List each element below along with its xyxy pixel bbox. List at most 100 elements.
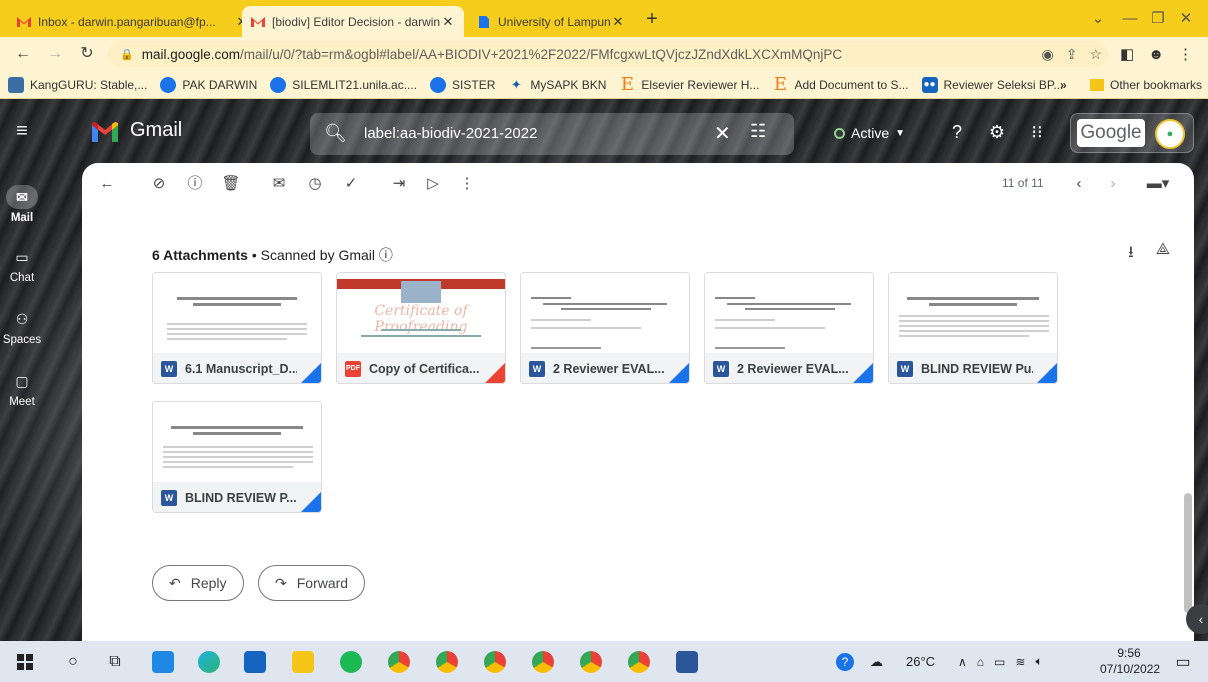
rail-item-spaces[interactable]: ⚇ Spaces (0, 307, 44, 347)
bookmark-elsevier-reviewer[interactable]: E Elsevier Reviewer H... (619, 74, 760, 95)
location-icon[interactable]: ◉ (1041, 46, 1053, 63)
browser-tab-unila[interactable]: University of Lampung | LPPM-U... ✕ (468, 6, 634, 37)
message-scrollbar[interactable] (1184, 163, 1194, 641)
google-account-button[interactable]: Google ● (1070, 113, 1194, 153)
side-panel-toggle-icon[interactable]: ‹ (1186, 604, 1208, 634)
url-host: mail.google.com (141, 46, 240, 62)
volume-icon[interactable]: 🔈︎ (1035, 654, 1042, 669)
browser-tab-strip: Inbox - darwin.pangaribuan@fp... ✕ [biod… (0, 0, 1208, 37)
back-to-list-icon[interactable]: ← (96, 173, 118, 195)
move-to-icon[interactable]: ⇥ (388, 173, 410, 195)
input-tools-icon[interactable]: ▬▾ (1142, 173, 1174, 195)
archive-icon[interactable]: ⊘ (148, 173, 170, 195)
settings-gear-icon[interactable]: ⚙ (984, 119, 1010, 145)
forward-icon[interactable]: → (44, 43, 66, 65)
browser-tab-inbox[interactable]: Inbox - darwin.pangaribuan@fp... ✕ (8, 6, 258, 37)
rail-item-chat[interactable]: ▭ Chat (0, 245, 44, 285)
search-bar[interactable]: 🔍︎ ✕ ☷ (310, 113, 794, 155)
attachment-card[interactable]: W BLIND REVIEW Pu... (888, 272, 1058, 384)
bookmark-add-document[interactable]: E Add Document to S... (772, 74, 909, 95)
bookmark-reviewer-seleksi[interactable]: ●● Reviewer Seleksi BP... (921, 76, 1063, 93)
attachment-card[interactable]: W 2 Reviewer EVAL... (520, 272, 690, 384)
address-bar[interactable]: 🔒 mail.google.com/mail/u/0/?tab=rm&ogbl#… (108, 41, 1108, 67)
bookmark-kangguru[interactable]: KangGURU: Stable,... (8, 76, 147, 93)
bookmark-sister[interactable]: SISTER (430, 76, 495, 93)
battery-icon[interactable]: ▭ (994, 655, 1005, 669)
label-icon[interactable]: ▷ (422, 173, 444, 195)
wifi-icon[interactable]: ≋ (1015, 655, 1025, 669)
main-menu-icon[interactable]: ≡ (10, 119, 34, 143)
word-app-icon[interactable] (674, 649, 700, 675)
status-toggle[interactable]: Active ▼ (820, 119, 919, 147)
search-input[interactable] (364, 113, 694, 155)
help-icon[interactable]: ? (944, 119, 970, 145)
report-spam-icon[interactable]: ⓘ (184, 173, 206, 195)
forward-button[interactable]: ↷ Forward (258, 565, 366, 601)
spotify-icon[interactable] (338, 649, 364, 675)
sidepanel-icon[interactable]: ◧ (1120, 45, 1134, 63)
chrome-icon[interactable] (530, 649, 556, 675)
chrome-icon[interactable] (434, 649, 460, 675)
mail-app-icon[interactable] (242, 649, 268, 675)
attachment-card[interactable]: W BLIND REVIEW P... (152, 401, 322, 513)
snooze-icon[interactable]: ◷ (304, 173, 326, 195)
notifications-icon[interactable]: ▭ (1170, 649, 1196, 675)
weather-icon[interactable]: ☁ (870, 654, 883, 670)
show-hidden-icons-icon[interactable]: ∧ (958, 655, 967, 669)
share-icon[interactable]: ⇪ (1066, 46, 1078, 63)
reply-button[interactable]: ↶ Reply (152, 565, 244, 601)
help-tray-icon[interactable]: ? (836, 652, 854, 671)
rail-item-mail[interactable]: ✉ Mail (0, 185, 44, 224)
search-options-icon[interactable]: ☷ (750, 121, 766, 142)
system-clock[interactable]: 9:56 07/10/2022 (1100, 645, 1160, 677)
word-file-icon: W (897, 360, 913, 377)
bookmark-silemlit[interactable]: SILEMLIT21.unila.ac.... (270, 76, 417, 93)
temperature[interactable]: 26°C (906, 654, 935, 669)
attachment-card[interactable]: Certificate of Proofreading PDF Copy of … (336, 272, 506, 384)
other-bookmarks[interactable]: Other bookmarks (1090, 71, 1202, 99)
reload-icon[interactable]: ↻ (76, 43, 98, 65)
add-to-drive-icon[interactable]: ⟁ (1156, 241, 1170, 268)
bookmarks-overflow-button[interactable]: » (1060, 71, 1067, 99)
file-explorer-icon[interactable] (290, 649, 316, 675)
close-tab-icon[interactable]: ✕ (610, 14, 626, 30)
apps-grid-icon[interactable]: ⁝⁝ (1024, 119, 1050, 145)
delete-icon[interactable]: 🗑︎ (220, 173, 242, 195)
forward-label: Forward (296, 575, 349, 591)
scrollbar-thumb[interactable] (1184, 493, 1192, 613)
browser-tab-editor-decision[interactable]: [biodiv] Editor Decision - darwin... ✕ (242, 6, 464, 37)
task-view-icon[interactable]: ⧉ (102, 649, 128, 675)
attachment-card[interactable]: W 2 Reviewer EVAL... (704, 272, 874, 384)
new-tab-button[interactable]: + (640, 8, 664, 31)
back-icon[interactable]: ← (12, 43, 34, 65)
mark-unread-icon[interactable]: ✉ (268, 173, 290, 195)
add-to-tasks-icon[interactable]: ✓ (340, 173, 362, 195)
file-type-corner (301, 492, 321, 512)
edge-browser-icon[interactable] (196, 649, 222, 675)
bookmark-pak-darwin[interactable]: PAK DARWIN (160, 76, 257, 93)
profile-icon[interactable]: ☻ (1148, 46, 1164, 63)
network-icon[interactable]: ⌂ (977, 655, 984, 669)
clear-search-icon[interactable]: ✕ (714, 121, 731, 146)
chrome-icon[interactable] (626, 649, 652, 675)
chrome-icon[interactable] (386, 649, 412, 675)
attachment-card[interactable]: W 6.1 Manuscript_D... (152, 272, 322, 384)
window-close-icon[interactable]: ✕ (1164, 6, 1208, 32)
newer-icon[interactable]: ‹ (1068, 173, 1090, 195)
chrome-icon[interactable] (578, 649, 604, 675)
close-tab-icon[interactable]: ✕ (440, 14, 456, 30)
chrome-icon[interactable] (482, 649, 508, 675)
calendar-app-icon[interactable] (150, 649, 176, 675)
search-icon[interactable]: ○ (60, 649, 86, 675)
bookmark-mysapk[interactable]: ✦ MySAPK BKN (508, 77, 606, 93)
older-icon[interactable]: › (1102, 173, 1124, 195)
gmail-logo-icon[interactable] (90, 121, 120, 143)
browser-menu-icon[interactable]: ⋮ (1178, 45, 1193, 63)
rail-item-meet[interactable]: ▢ Meet (0, 369, 44, 409)
download-all-icon[interactable]: ⭳ (1128, 241, 1134, 268)
google-logo: Google (1077, 119, 1145, 147)
more-options-icon[interactable]: ⋮ (456, 173, 478, 195)
bookmark-star-icon[interactable]: ☆ (1089, 46, 1102, 63)
windows-start-icon[interactable] (12, 649, 38, 675)
search-icon[interactable]: 🔍︎ (324, 123, 347, 144)
